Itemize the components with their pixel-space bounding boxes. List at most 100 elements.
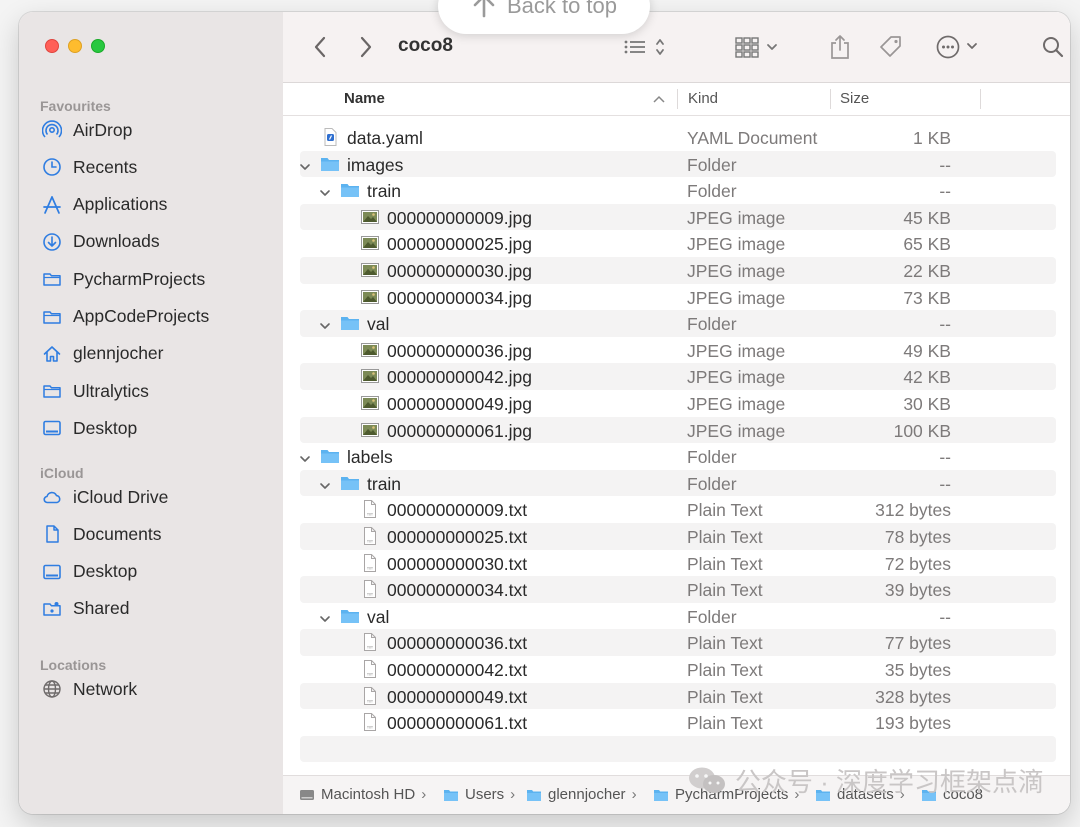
file-row[interactable]: 000000000036.jpg JPEG image 49 KB (300, 337, 1056, 364)
disclosure-chevron-down-icon[interactable] (319, 183, 331, 196)
file-row[interactable]: TXT 000000000034.txt Plain Text 39 bytes (300, 576, 1056, 603)
file-row[interactable]: data.yaml YAML Document 1 KB (300, 124, 1056, 151)
column-separator (830, 89, 831, 109)
path-crumb[interactable]: glennjocher › (526, 786, 637, 803)
file-size: -- (939, 154, 951, 175)
folder-row[interactable]: val Folder -- (300, 310, 1056, 337)
folder-icon (41, 306, 63, 328)
file-row[interactable]: 000000000009.jpg JPEG image 45 KB (300, 203, 1056, 231)
file-kind: Plain Text (687, 500, 763, 521)
image-file-icon (360, 340, 380, 360)
more-actions-button[interactable] (934, 32, 982, 62)
back-to-top-button[interactable]: Back to top (438, 0, 650, 34)
file-row[interactable]: 000000000042.jpg JPEG image 42 KB (300, 363, 1056, 390)
path-crumb[interactable]: Macintosh HD › (299, 786, 426, 803)
sidebar-item-label: Ultralytics (73, 380, 149, 401)
group-button[interactable] (733, 32, 783, 62)
file-row[interactable]: 000000000061.jpg JPEG image 100 KB (300, 416, 1056, 444)
sidebar-item-label: Downloads (73, 231, 160, 252)
file-kind: Folder (687, 154, 737, 175)
sidebar-item-label: Network (73, 678, 138, 699)
file-size: -- (939, 606, 951, 627)
sidebar-item-label: AppCodeProjects (73, 306, 210, 326)
sidebar-item-recents[interactable]: Recents (41, 154, 137, 180)
file-name: 000000000049.txt (387, 686, 528, 707)
disclosure-chevron-down-icon[interactable] (299, 157, 311, 170)
share-button[interactable] (828, 32, 852, 62)
tag-icon (880, 36, 901, 57)
column-size-header[interactable]: Size (840, 90, 869, 107)
folder-row[interactable]: images Folder -- (299, 150, 1056, 178)
text-file-icon: TXT (360, 499, 380, 519)
path-crumb[interactable]: Users › (443, 786, 515, 803)
folder-row[interactable]: labels Folder -- (300, 443, 1056, 470)
text-file-icon: TXT (360, 526, 380, 546)
sidebar-item-pycharmprojects[interactable]: PycharmProjects (41, 266, 205, 292)
file-row[interactable]: TXT 000000000030.txt Plain Text 72 bytes (300, 550, 1056, 577)
file-name: 000000000042.jpg (387, 367, 533, 388)
sidebar: Favourites AirDrop Recents Applications Down… (19, 12, 284, 814)
sidebar-item-icloud-drive[interactable]: iCloud Drive (41, 484, 168, 510)
file-kind: Plain Text (687, 713, 763, 734)
sidebar-item-documents[interactable]: Documents (41, 521, 162, 547)
folder-icon (41, 380, 63, 402)
file-row[interactable]: TXT 000000000061.txt Plain Text 193 bytes (300, 709, 1056, 736)
back-button[interactable] (309, 32, 331, 62)
file-kind: Plain Text (687, 686, 763, 707)
file-row[interactable]: 000000000030.jpg JPEG image 22 KB (300, 257, 1056, 284)
sidebar-item-shared[interactable]: Shared (41, 596, 129, 622)
sidebar-item-glennjocher[interactable]: glennjocher (41, 341, 163, 367)
folder-icon (653, 788, 669, 802)
folder-row[interactable]: val Folder -- (300, 603, 1056, 630)
svg-text:TXT: TXT (367, 513, 373, 517)
file-row[interactable]: 000000000049.jpg JPEG image 30 KB (300, 390, 1056, 417)
sidebar-item-label: Recents (73, 156, 138, 177)
share-icon (831, 35, 849, 59)
sidebar-item-label: Shared (73, 598, 130, 619)
sidebar-item-desktop[interactable]: Desktop (41, 415, 137, 441)
sidebar-item-applications[interactable]: Applications (41, 192, 167, 218)
minimize-button[interactable] (68, 39, 82, 53)
tag-button[interactable] (877, 32, 905, 62)
disclosure-chevron-down-icon[interactable] (319, 476, 331, 489)
close-button[interactable] (45, 39, 59, 53)
file-size: 193 bytes (875, 713, 951, 734)
svg-text:TXT: TXT (367, 673, 373, 677)
column-separator (980, 89, 981, 109)
file-kind: Folder (687, 447, 737, 468)
disclosure-chevron-down-icon[interactable] (319, 609, 331, 622)
file-row[interactable]: TXT 000000000042.txt Plain Text 35 bytes (300, 656, 1056, 683)
view-options-button[interactable] (621, 32, 671, 62)
zoom-button[interactable] (91, 39, 105, 53)
window-title: coco8 (398, 35, 453, 56)
sidebar-item-appcodeprojects[interactable]: AppCodeProjects (41, 304, 209, 330)
sidebar-item-ultralytics[interactable]: Ultralytics (41, 378, 149, 404)
disclosure-chevron-down-icon[interactable] (299, 449, 311, 462)
file-name: 000000000036.txt (387, 633, 528, 654)
file-kind: Plain Text (687, 580, 763, 601)
file-row[interactable]: 000000000025.jpg JPEG image 65 KB (300, 230, 1056, 257)
file-kind: YAML Document (687, 128, 818, 148)
sidebar-item-downloads[interactable]: Downloads (41, 229, 160, 255)
column-kind-header[interactable]: Kind (688, 90, 718, 107)
file-row[interactable]: TXT 000000000009.txt Plain Text 312 bytes (300, 496, 1056, 523)
file-row[interactable]: 000000000034.jpg JPEG image 73 KB (300, 284, 1056, 311)
sidebar-item-desktop[interactable]: Desktop (41, 559, 137, 585)
airdrop-icon (41, 119, 63, 141)
file-row[interactable]: TXT 000000000036.txt Plain Text 77 bytes (300, 629, 1056, 656)
cloud-icon (41, 486, 63, 508)
folder-row[interactable]: train Folder -- (300, 469, 1056, 497)
file-name: data.yaml (347, 128, 423, 148)
image-file-icon (360, 420, 380, 440)
sidebar-item-label: Documents (73, 523, 162, 544)
file-row[interactable]: TXT 000000000025.txt Plain Text 78 bytes (300, 523, 1056, 550)
sidebar-item-airdrop[interactable]: AirDrop (41, 117, 132, 143)
column-name-header[interactable]: Name (344, 90, 385, 107)
forward-button[interactable] (355, 32, 377, 62)
file-row[interactable]: TXT 000000000049.txt Plain Text 328 bytes (300, 682, 1056, 710)
sidebar-item-network[interactable]: Network (41, 676, 137, 702)
search-button[interactable] (1040, 32, 1066, 62)
sidebar-item-label: PycharmProjects (73, 268, 206, 289)
disclosure-chevron-down-icon[interactable] (319, 316, 331, 329)
folder-row[interactable]: train Folder -- (300, 177, 1056, 204)
